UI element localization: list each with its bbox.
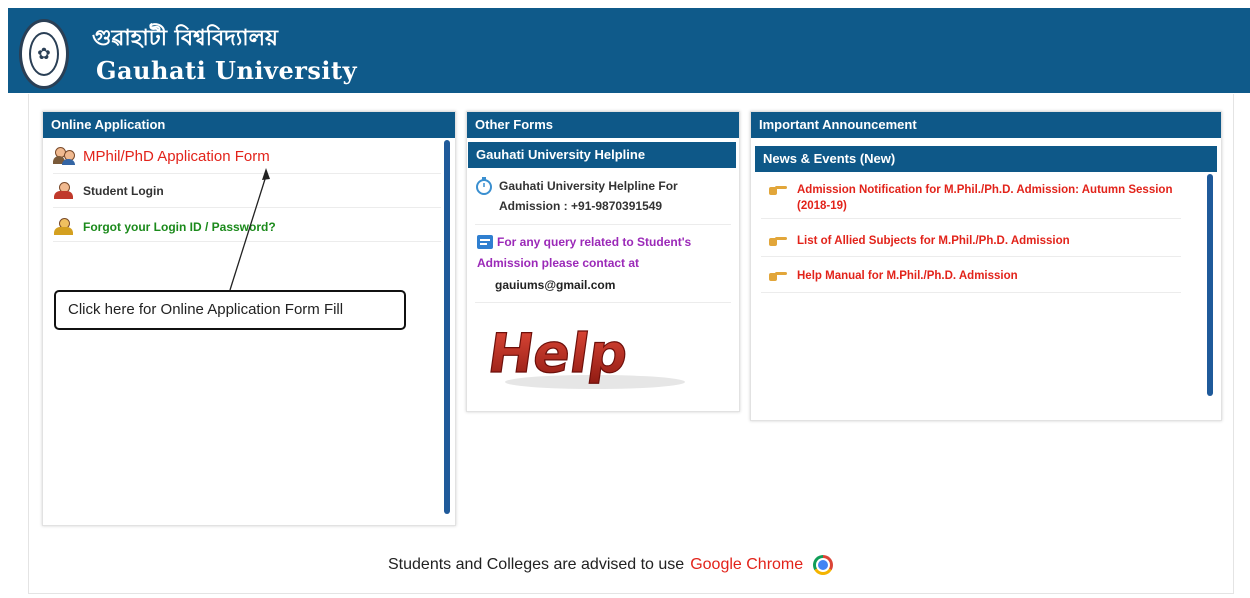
site-header: ✿ গুৱাহাটী বিশ্ববিদ্যালয় Gauhati Univer… (8, 8, 1250, 93)
applicants-icon (53, 147, 75, 165)
chrome-icon (813, 555, 834, 575)
helpline-text: Gauhati University Helpline For Admissio… (499, 179, 678, 213)
mphil-phd-application-label: MPhil/PhD Application Form (83, 147, 270, 165)
contact-email[interactable]: gauiums@gmail.com (495, 278, 615, 292)
user-key-icon (53, 218, 75, 236)
online-application-heading: Online Application (43, 112, 455, 138)
google-chrome-link[interactable]: Google Chrome (690, 556, 803, 574)
divider (475, 224, 731, 225)
site-title-bengali: গুৱাহাটী বিশ্ববিদ্যালয় (92, 26, 278, 51)
news-item-label: Admission Notification for M.Phil./Ph.D.… (797, 184, 1173, 212)
stopwatch-icon (476, 177, 492, 195)
divider (475, 302, 731, 303)
important-announcement-panel: Important Announcement News & Events (Ne… (750, 111, 1222, 421)
news-item-label: Help Manual for M.Phil./Ph.D. Admission (797, 270, 1018, 282)
scrollbar[interactable] (1207, 174, 1213, 396)
other-forms-heading: Other Forms (467, 112, 739, 138)
forgot-login-label: Forgot your Login ID / Password? (83, 220, 276, 234)
browser-advice-text: Students and Colleges are advised to use (388, 556, 685, 573)
divider (53, 207, 441, 208)
help-graphic-text: Help (485, 322, 632, 385)
news-item[interactable]: Admission Notification for M.Phil./Ph.D.… (769, 182, 1179, 214)
scrollbar[interactable] (444, 140, 450, 514)
divider (761, 218, 1181, 219)
pointing-hand-icon (769, 237, 787, 246)
divider (53, 173, 441, 174)
news-item-label: List of Allied Subjects for M.Phil./Ph.D… (797, 235, 1070, 247)
important-announcement-heading: Important Announcement (751, 112, 1221, 138)
site-title-english: Gauhati University (96, 56, 358, 85)
news-item[interactable]: Help Manual for M.Phil./Ph.D. Admission (769, 268, 1179, 284)
student-login-link[interactable]: Student Login (53, 182, 441, 200)
news-events-heading: News & Events (New) (755, 146, 1217, 172)
callout-note: Click here for Online Application Form F… (54, 290, 406, 330)
helpline-heading: Gauhati University Helpline (468, 142, 736, 168)
browser-advice: Students and Colleges are advised to use… (388, 555, 834, 575)
university-logo[interactable]: ✿ (19, 19, 69, 89)
mphil-phd-application-link[interactable]: MPhil/PhD Application Form (53, 147, 441, 165)
pointing-hand-icon (769, 186, 787, 195)
news-item[interactable]: List of Allied Subjects for M.Phil./Ph.D… (769, 233, 1179, 249)
divider (761, 292, 1181, 293)
query-text: For any query related to Student's Admis… (477, 235, 692, 270)
other-forms-panel: Other Forms Gauhati University Helpline … (466, 111, 740, 412)
student-login-label: Student Login (83, 184, 164, 198)
pointing-hand-icon (769, 272, 787, 281)
forgot-login-link[interactable]: Forgot your Login ID / Password? (53, 218, 441, 236)
help-graphic: Help (485, 322, 685, 389)
emblem-icon: ✿ (29, 32, 59, 76)
student-icon (53, 182, 75, 200)
divider (53, 241, 441, 242)
divider (761, 256, 1181, 257)
